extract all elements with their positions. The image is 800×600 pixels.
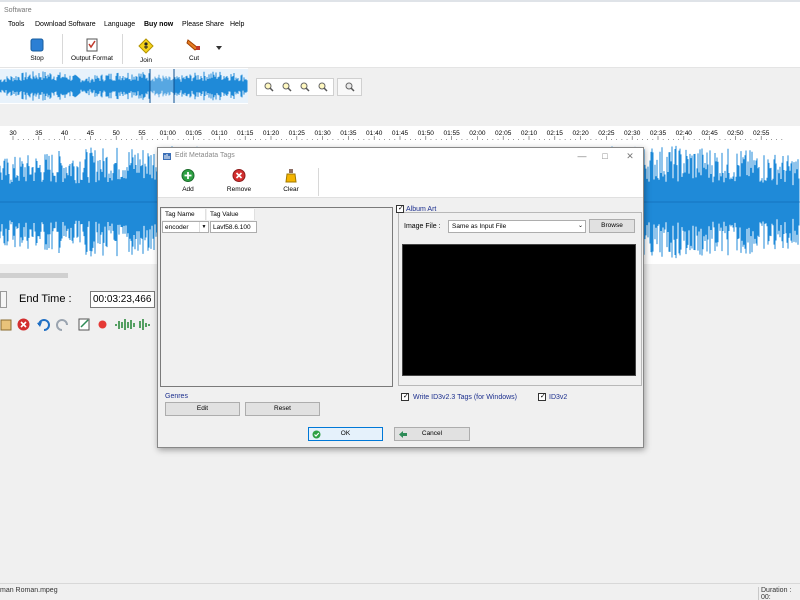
check-icon: ✓ [398, 205, 404, 212]
join-icon [138, 38, 154, 54]
album-art-checkbox[interactable]: ✓ [396, 205, 404, 213]
cut-dropdown[interactable] [214, 34, 224, 66]
menu-bar: Tools Download Software Language Buy now… [0, 18, 800, 32]
stop-icon [30, 38, 44, 52]
ok-button[interactable]: OK [308, 427, 383, 441]
write-id3-checkbox[interactable]: ✓ [401, 393, 409, 401]
status-duration: Duration : 00: [758, 587, 800, 600]
delete-icon[interactable] [17, 318, 30, 331]
menu-buy-now[interactable]: Buy now [144, 21, 173, 28]
cancel-button[interactable]: Cancel [394, 427, 470, 441]
record-icon[interactable] [96, 318, 109, 331]
zoom-selection-icon[interactable] [300, 82, 310, 92]
id3v2-label: ID3v2 [549, 394, 568, 401]
album-art-preview [402, 244, 636, 376]
browse-button[interactable]: Browse [589, 219, 635, 233]
chevron-down-icon: ▼ [199, 222, 208, 232]
overview-waveform-graphic [0, 68, 248, 104]
tag-name-select[interactable]: encoder ▼ [162, 221, 209, 233]
column-tag-name: Tag Name [162, 209, 206, 220]
status-file-name: man Roman.mpeg [0, 587, 58, 594]
dialog-toolbar-separator [318, 168, 319, 196]
toolbar-separator [122, 34, 123, 64]
toolbar-separator [62, 34, 63, 64]
remove-icon [232, 169, 246, 182]
genres-edit-button[interactable]: Edit [165, 402, 240, 416]
image-file-label: Image File : [404, 223, 441, 230]
minimize-icon[interactable]: — [575, 150, 589, 162]
tag-value-field[interactable]: Lavf58.6.100 [210, 221, 257, 233]
zoom-fit-icon[interactable] [318, 82, 328, 92]
main-toolbar: Stop Output Format Join Cut [0, 32, 800, 68]
genres-reset-button[interactable]: Reset [245, 402, 320, 416]
image-file-select[interactable]: Same as Input File ⌄ [448, 220, 586, 233]
ok-check-icon [312, 430, 321, 439]
zoom-in-icon[interactable] [264, 82, 274, 92]
scrollbar-thumb[interactable] [0, 273, 68, 278]
edit-tools-row [0, 316, 160, 334]
zoom-out-icon[interactable] [282, 82, 292, 92]
overview-waveform[interactable] [0, 68, 248, 104]
end-time-input[interactable]: 00:03:23,466 [90, 291, 155, 308]
add-icon [181, 169, 195, 182]
check-icon: ✓ [403, 393, 409, 400]
window-titlebar: Software [0, 0, 800, 18]
clear-tags-button[interactable]: Clear [280, 168, 302, 196]
cancel-back-icon [399, 431, 407, 438]
output-format-button[interactable]: Output Format [68, 34, 116, 66]
end-time-label: End Time : [19, 293, 72, 305]
column-tag-value: Tag Value [207, 209, 255, 220]
window-title: Software [4, 7, 32, 14]
menu-download-software[interactable]: Download Software [35, 21, 96, 28]
write-id3-label: Write ID3v2.3 Tags (for Windows) [413, 394, 517, 401]
join-button[interactable]: Join [130, 34, 162, 66]
cut-button[interactable]: Cut [180, 34, 208, 66]
tag-grid[interactable]: Tag Name Tag Value encoder ▼ Lavf58.6.10… [160, 207, 393, 387]
status-bar: man Roman.mpeg Duration : 00: [0, 583, 800, 600]
album-art-label: Album Art [406, 206, 437, 213]
zoom-reset-icon[interactable] [345, 82, 355, 92]
menu-language[interactable]: Language [104, 21, 135, 28]
dialog-titlebar: Edit Metadata Tags — □ ✕ [158, 148, 643, 164]
dialog-toolbar: Add Remove Clear [158, 164, 643, 198]
chevron-down-icon: ⌄ [577, 223, 583, 229]
zoom-toolbar [256, 78, 334, 96]
genres-label: Genres [165, 393, 188, 400]
zoom-toolbar-extra [337, 78, 362, 96]
maximize-icon[interactable]: □ [598, 150, 612, 162]
id3v2-checkbox[interactable]: ✓ [538, 393, 546, 401]
edit-tags-icon[interactable] [78, 318, 91, 331]
close-icon[interactable]: ✕ [623, 150, 637, 162]
undo-icon[interactable] [37, 318, 50, 331]
menu-tools[interactable]: Tools [8, 21, 24, 28]
start-time-spinner[interactable] [0, 291, 7, 308]
menu-help[interactable]: Help [230, 21, 244, 28]
add-tag-button[interactable]: Add [178, 168, 198, 196]
clear-icon [285, 169, 297, 183]
chevron-down-icon [216, 46, 222, 50]
stop-button[interactable]: Stop [22, 34, 52, 66]
edit-metadata-dialog: Edit Metadata Tags — □ ✕ Add Remove Clea… [157, 147, 644, 448]
volume-waveform-icon[interactable] [114, 318, 162, 331]
output-format-icon [86, 38, 98, 52]
paste-icon[interactable] [0, 318, 13, 331]
menu-please-share[interactable]: Please Share [182, 21, 224, 28]
remove-tag-button[interactable]: Remove [224, 168, 254, 196]
app-icon [163, 153, 171, 160]
redo-icon[interactable] [56, 318, 69, 331]
check-icon: ✓ [540, 393, 546, 400]
cut-icon [186, 39, 200, 51]
dialog-title: Edit Metadata Tags [175, 152, 235, 159]
